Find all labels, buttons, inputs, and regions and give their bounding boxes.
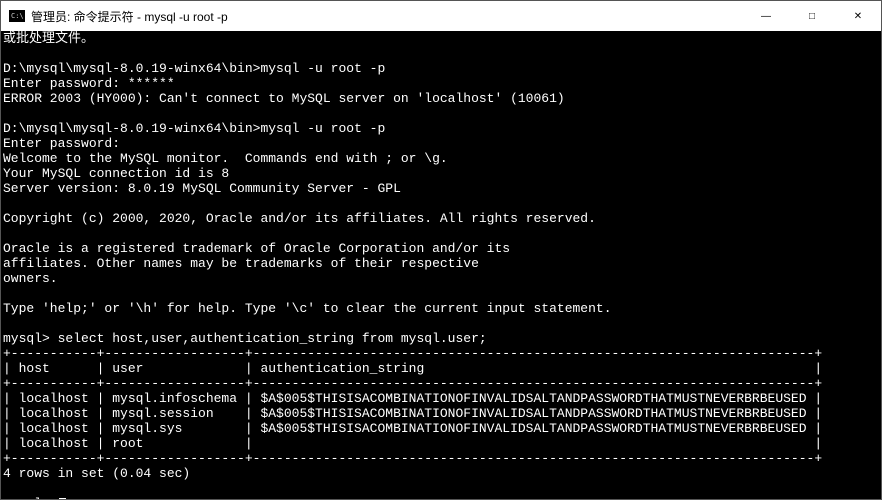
shell-command: mysql -u root -p xyxy=(260,121,385,136)
cmd-icon: C:\ xyxy=(9,10,25,22)
table-border: +-----------+------------------+--------… xyxy=(3,451,822,466)
mysql-error: ERROR 2003 (HY000): Can't connect to MyS… xyxy=(3,91,565,106)
table-row: | localhost | root | | xyxy=(3,436,822,451)
close-icon: ✕ xyxy=(854,11,862,22)
partial-prev-output: 或批处理文件。 xyxy=(3,31,94,46)
window-controls: — □ ✕ xyxy=(743,1,881,31)
rows-summary: 4 rows in set (0.04 sec) xyxy=(3,466,190,481)
table-border: +-----------+------------------+--------… xyxy=(3,376,822,391)
minimize-button[interactable]: — xyxy=(743,1,789,31)
close-button[interactable]: ✕ xyxy=(835,1,881,31)
minimize-icon: — xyxy=(761,11,771,22)
copyright-line: Copyright (c) 2000, 2020, Oracle and/or … xyxy=(3,211,596,226)
trademark-line: Oracle is a registered trademark of Orac… xyxy=(3,241,510,256)
password-mask: ****** xyxy=(128,76,175,91)
server-version-line: Server version: 8.0.19 MySQL Community S… xyxy=(3,181,401,196)
shell-command: mysql -u root -p xyxy=(260,61,385,76)
svg-text:C:\: C:\ xyxy=(11,12,24,20)
connection-id-line: Your MySQL connection id is 8 xyxy=(3,166,229,181)
maximize-button[interactable]: □ xyxy=(789,1,835,31)
password-label: Enter password: xyxy=(3,136,120,151)
table-row: | localhost | mysql.session | $A$005$THI… xyxy=(3,406,822,421)
terminal-output[interactable]: 或批处理文件。 D:\mysql\mysql-8.0.19-winx64\bin… xyxy=(1,31,881,499)
shell-prompt: D:\mysql\mysql-8.0.19-winx64\bin> xyxy=(3,61,260,76)
help-hint-line: Type 'help;' or '\h' for help. Type '\c'… xyxy=(3,301,612,316)
maximize-icon: □ xyxy=(809,11,815,22)
table-header: | host | user | authentication_string | xyxy=(3,361,822,376)
shell-prompt: D:\mysql\mysql-8.0.19-winx64\bin> xyxy=(3,121,260,136)
titlebar[interactable]: C:\ 管理员: 命令提示符 - mysql -u root -p — □ ✕ xyxy=(1,1,881,31)
sql-query: select host,user,authentication_string f… xyxy=(58,331,487,346)
window-title: 管理员: 命令提示符 - mysql -u root -p xyxy=(31,8,228,25)
cmd-window: C:\ 管理员: 命令提示符 - mysql -u root -p — □ ✕ … xyxy=(0,0,882,500)
mysql-prompt-current[interactable]: mysql> xyxy=(3,496,66,499)
table-row: | localhost | mysql.infoschema | $A$005$… xyxy=(3,391,822,406)
mysql-prompt: mysql> xyxy=(3,331,58,346)
trademark-line: affiliates. Other names may be trademark… xyxy=(3,256,479,271)
trademark-line: owners. xyxy=(3,271,58,286)
table-row: | localhost | mysql.sys | $A$005$THISISA… xyxy=(3,421,822,436)
table-border: +-----------+------------------+--------… xyxy=(3,346,822,361)
password-label: Enter password: xyxy=(3,76,128,91)
welcome-line: Welcome to the MySQL monitor. Commands e… xyxy=(3,151,448,166)
